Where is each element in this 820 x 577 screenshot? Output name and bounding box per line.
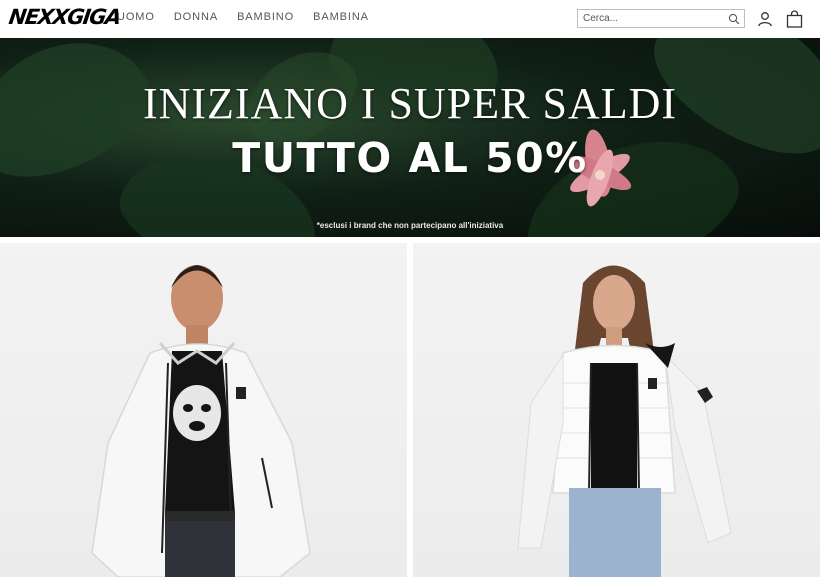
banner-discount: TUTTO AL 50% [232, 134, 588, 182]
nav-item-bambina[interactable]: BAMBINA [313, 11, 369, 23]
search-input[interactable] [578, 10, 718, 27]
product-tile-man[interactable] [0, 243, 407, 577]
nav-item-bambino[interactable]: BAMBINO [237, 11, 294, 23]
search-box [577, 9, 745, 28]
promo-banner[interactable]: INIZIANO I SUPER SALDI TUTTO AL 50% *esc… [0, 38, 820, 237]
product-tile-woman[interactable] [413, 243, 820, 577]
search-icon[interactable] [728, 13, 740, 25]
logo-text: NEXXGIGA [7, 5, 122, 29]
user-icon[interactable] [757, 11, 773, 27]
banner-headline: INIZIANO I SUPER SALDI [142, 79, 678, 128]
man-jacket-photo [91, 265, 311, 577]
bag-icon[interactable] [786, 10, 803, 28]
nav-item-donna[interactable]: DONNA [174, 11, 218, 23]
main-nav: UOMO DONNA BAMBINO BAMBINA [117, 11, 388, 23]
site-header: NEXXGIGA UOMO DONNA BAMBINO BAMBINA [0, 0, 820, 38]
woman-jacket-photo [517, 265, 732, 577]
nav-item-uomo[interactable]: UOMO [117, 11, 155, 23]
brand-logo[interactable]: NEXXGIGA [7, 5, 122, 29]
banner-disclaimer: *esclusi i brand che non partecipano all… [316, 221, 504, 230]
